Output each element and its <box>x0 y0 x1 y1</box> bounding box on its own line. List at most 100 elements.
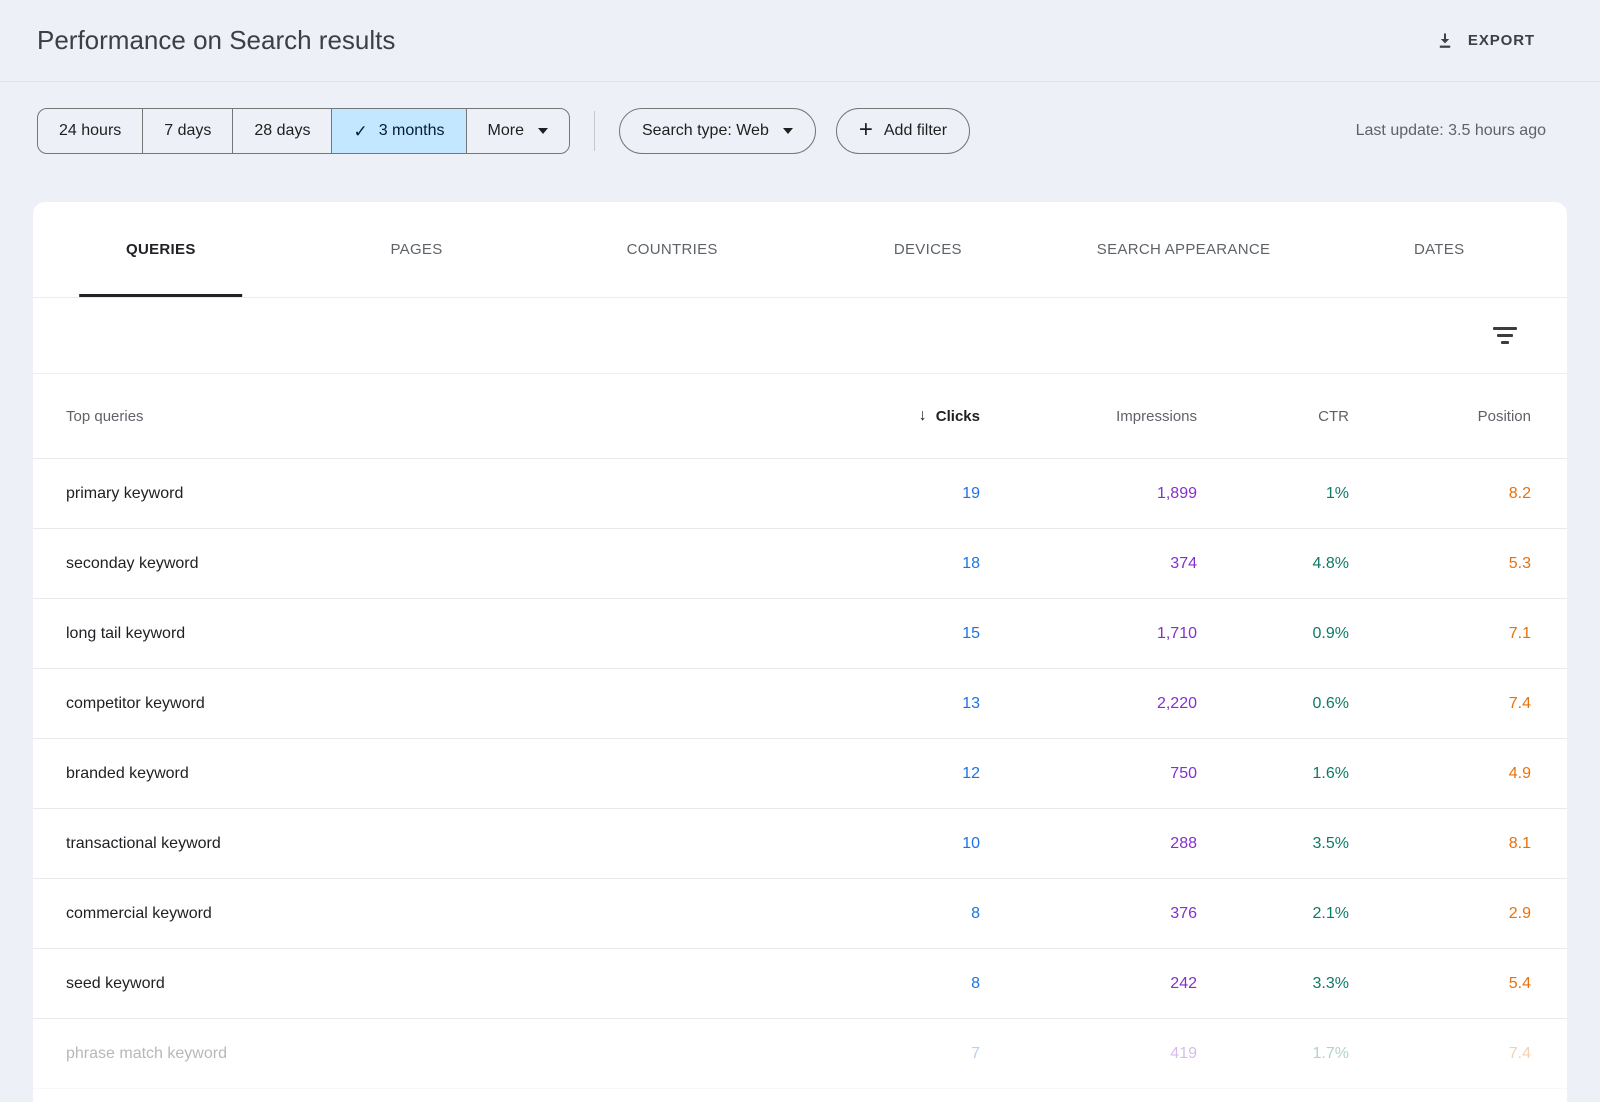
table-body: primary keyword 19 1,899 1% 8.2 seconday… <box>33 459 1567 1089</box>
page-header: Performance on Search results EXPORT <box>0 0 1600 82</box>
impressions-cell: 376 <box>980 905 1197 923</box>
search-console-performance-page: Performance on Search results EXPORT 24 … <box>0 0 1600 1102</box>
export-button[interactable]: EXPORT <box>1433 25 1537 57</box>
ctr-cell: 1.7% <box>1197 1045 1349 1063</box>
report-card: QUERIES PAGES COUNTRIES DEVICES SEARCH A… <box>33 202 1567 1102</box>
impressions-cell: 288 <box>980 835 1197 853</box>
tab-label: SEARCH APPEARANCE <box>1097 241 1270 258</box>
query-cell: branded keyword <box>66 765 800 783</box>
clicks-cell: 15 <box>800 625 980 643</box>
date-range-7-days[interactable]: 7 days <box>142 109 232 153</box>
date-range-label: 28 days <box>254 122 310 140</box>
add-filter-button[interactable]: + Add filter <box>836 108 970 154</box>
more-label: More <box>488 122 524 140</box>
date-range-24-hours[interactable]: 24 hours <box>38 109 142 153</box>
date-range-selector: 24 hours 7 days 28 days ✓ 3 months More <box>37 108 570 154</box>
impressions-cell: 1,899 <box>980 485 1197 503</box>
filters-toolbar: 24 hours 7 days 28 days ✓ 3 months More … <box>37 108 1546 154</box>
date-range-28-days[interactable]: 28 days <box>232 109 331 153</box>
dimension-tabs: QUERIES PAGES COUNTRIES DEVICES SEARCH A… <box>33 202 1567 298</box>
tab-queries[interactable]: QUERIES <box>33 202 289 297</box>
tab-search-appearance[interactable]: SEARCH APPEARANCE <box>1056 202 1312 297</box>
search-type-dropdown[interactable]: Search type: Web <box>619 108 816 154</box>
position-cell: 2.9 <box>1349 905 1531 923</box>
position-cell: 5.4 <box>1349 975 1531 993</box>
table-header-row: Top queries ↓ Clicks Impressions CTR Pos… <box>33 374 1567 459</box>
column-header-clicks[interactable]: ↓ Clicks <box>800 407 980 425</box>
impressions-cell: 374 <box>980 555 1197 573</box>
table-row[interactable]: transactional keyword 10 288 3.5% 8.1 <box>33 809 1567 879</box>
page-title: Performance on Search results <box>37 25 1433 56</box>
table-row[interactable]: phrase match keyword 7 419 1.7% 7.4 <box>33 1019 1567 1089</box>
date-range-more-dropdown[interactable]: More <box>466 109 569 153</box>
tab-dates[interactable]: DATES <box>1311 202 1567 297</box>
column-header-position[interactable]: Position <box>1349 408 1531 425</box>
table-row[interactable]: seed keyword 8 242 3.3% 5.4 <box>33 949 1567 1019</box>
tab-label: COUNTRIES <box>627 241 718 258</box>
filter-list-icon[interactable] <box>1487 321 1523 350</box>
ctr-cell: 3.5% <box>1197 835 1349 853</box>
table-row[interactable]: seconday keyword 18 374 4.8% 5.3 <box>33 529 1567 599</box>
clicks-cell: 12 <box>800 765 980 783</box>
toolbar-divider <box>594 111 595 151</box>
tab-devices[interactable]: DEVICES <box>800 202 1056 297</box>
impressions-cell: 242 <box>980 975 1197 993</box>
impressions-cell: 419 <box>980 1045 1197 1063</box>
clicks-cell: 10 <box>800 835 980 853</box>
clicks-cell: 7 <box>800 1045 980 1063</box>
last-update-text: Last update: 3.5 hours ago <box>1356 122 1546 140</box>
tab-label: DEVICES <box>894 241 962 258</box>
date-range-label: 3 months <box>379 122 445 140</box>
tab-pages[interactable]: PAGES <box>289 202 545 297</box>
check-icon: ✓ <box>353 123 367 140</box>
impressions-cell: 750 <box>980 765 1197 783</box>
position-cell: 7.4 <box>1349 1045 1531 1063</box>
plus-icon: + <box>859 118 873 142</box>
clicks-cell: 13 <box>800 695 980 713</box>
query-cell: seed keyword <box>66 975 800 993</box>
position-cell: 4.9 <box>1349 765 1531 783</box>
table-row[interactable]: competitor keyword 13 2,220 0.6% 7.4 <box>33 669 1567 739</box>
impressions-cell: 1,710 <box>980 625 1197 643</box>
query-cell: phrase match keyword <box>66 1045 800 1063</box>
position-cell: 7.4 <box>1349 695 1531 713</box>
position-cell: 5.3 <box>1349 555 1531 573</box>
ctr-cell: 1.6% <box>1197 765 1349 783</box>
column-header-ctr[interactable]: CTR <box>1197 408 1349 425</box>
ctr-cell: 1% <box>1197 485 1349 503</box>
query-cell: long tail keyword <box>66 625 800 643</box>
column-header-top-queries[interactable]: Top queries <box>66 408 800 425</box>
clicks-cell: 18 <box>800 555 980 573</box>
sort-descending-icon: ↓ <box>919 407 927 425</box>
column-label: Clicks <box>936 408 980 425</box>
date-range-label: 7 days <box>164 122 211 140</box>
clicks-cell: 19 <box>800 485 980 503</box>
table-row[interactable]: branded keyword 12 750 1.6% 4.9 <box>33 739 1567 809</box>
date-range-label: 24 hours <box>59 122 121 140</box>
position-cell: 8.2 <box>1349 485 1531 503</box>
tab-countries[interactable]: COUNTRIES <box>544 202 800 297</box>
chevron-down-icon <box>783 128 793 134</box>
tab-label: QUERIES <box>126 241 196 258</box>
column-header-impressions[interactable]: Impressions <box>980 408 1197 425</box>
clicks-cell: 8 <box>800 975 980 993</box>
table-row[interactable]: commercial keyword 8 376 2.1% 2.9 <box>33 879 1567 949</box>
query-cell: transactional keyword <box>66 835 800 853</box>
position-cell: 7.1 <box>1349 625 1531 643</box>
tab-label: DATES <box>1414 241 1464 258</box>
date-range-3-months[interactable]: ✓ 3 months <box>331 109 465 153</box>
export-label: EXPORT <box>1468 32 1535 49</box>
query-cell: competitor keyword <box>66 695 800 713</box>
add-filter-label: Add filter <box>884 122 947 140</box>
download-icon <box>1435 31 1455 51</box>
ctr-cell: 3.3% <box>1197 975 1349 993</box>
tab-label: PAGES <box>390 241 442 258</box>
table-row[interactable]: long tail keyword 15 1,710 0.9% 7.1 <box>33 599 1567 669</box>
query-cell: commercial keyword <box>66 905 800 923</box>
ctr-cell: 4.8% <box>1197 555 1349 573</box>
position-cell: 8.1 <box>1349 835 1531 853</box>
table-row[interactable]: primary keyword 19 1,899 1% 8.2 <box>33 459 1567 529</box>
ctr-cell: 0.9% <box>1197 625 1349 643</box>
impressions-cell: 2,220 <box>980 695 1197 713</box>
clicks-cell: 8 <box>800 905 980 923</box>
